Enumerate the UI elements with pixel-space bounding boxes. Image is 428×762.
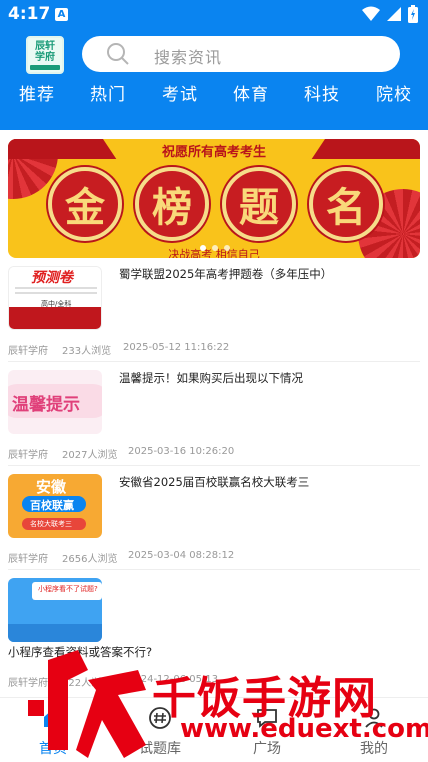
thumb-subtitle: 百校联赢 bbox=[30, 499, 74, 512]
divider bbox=[8, 569, 420, 570]
banner-character: 榜 bbox=[135, 167, 209, 241]
article-views: 233人浏览 bbox=[62, 346, 112, 357]
nav-label: 试题库 bbox=[139, 741, 181, 757]
article-date: 2025-03-04 08:28:12 bbox=[128, 550, 235, 561]
nav-label: 首页 bbox=[39, 741, 67, 757]
thumb-caption: 名校大联考三 bbox=[30, 520, 72, 528]
article-views: 2656人浏览 bbox=[62, 554, 118, 565]
divider bbox=[8, 465, 420, 466]
article-thumbnail: 预测卷 高中/全科 bbox=[8, 266, 102, 330]
banner-character: 金 bbox=[48, 167, 122, 241]
wifi-icon bbox=[362, 6, 380, 21]
search-placeholder: 搜索资讯 bbox=[154, 48, 223, 67]
article-date: 2025-03-16 10:26:20 bbox=[128, 446, 235, 457]
status-time: 4:17 bbox=[8, 4, 51, 24]
article-source: 辰轩学府 bbox=[8, 450, 48, 461]
banner-subtitle: 祝愿所有高考考生 bbox=[161, 145, 266, 160]
home-icon bbox=[44, 709, 62, 727]
search-icon bbox=[107, 43, 129, 65]
user-icon bbox=[365, 708, 383, 728]
header-bar: 4:17 A 辰轩学府 搜索资讯 推荐 热门 考试 体育 科技 院校 bbox=[0, 0, 428, 130]
thumb-title: 安徽 bbox=[36, 478, 67, 496]
nav-profile[interactable]: 我的 bbox=[334, 698, 414, 762]
logo-strip bbox=[30, 65, 60, 70]
article-title: 温馨提示！如果购买后出现以下情况 bbox=[119, 371, 303, 385]
banner-character: 题 bbox=[222, 167, 296, 241]
battery-icon bbox=[408, 5, 418, 23]
carousel-dot[interactable] bbox=[212, 245, 218, 251]
article-title: 蜀学联盟2025年高考押题卷（多年压中） bbox=[119, 267, 333, 281]
article-source: 辰轩学府 bbox=[8, 346, 48, 357]
nav-square[interactable]: 广场 bbox=[227, 698, 307, 762]
article-views: 2027人浏览 bbox=[62, 450, 118, 461]
banner-carousel[interactable]: 祝愿所有高考考生 金 榜 题 名 决战高考 相信自己 bbox=[8, 139, 420, 258]
bottom-nav: 首页 试题库 广场 我的 bbox=[0, 697, 428, 762]
article-thumbnail: 小程序看不了试题? bbox=[8, 578, 102, 642]
chat-icon bbox=[257, 709, 277, 728]
nav-question-bank[interactable]: 试题库 bbox=[120, 698, 200, 762]
status-icons bbox=[362, 5, 418, 23]
thumb-title: 小程序看不了试题? bbox=[38, 585, 98, 593]
banner-character: 名 bbox=[309, 167, 383, 241]
article-source: 辰轩学府 bbox=[8, 554, 48, 565]
carousel-dot[interactable] bbox=[224, 245, 230, 251]
app-logo[interactable]: 辰轩学府 bbox=[26, 36, 64, 74]
nav-label: 广场 bbox=[253, 741, 281, 757]
tab-sports[interactable]: 体育 bbox=[233, 80, 269, 105]
divider bbox=[8, 361, 420, 362]
article-thumbnail: 安徽 百校联赢 名校大联考三 bbox=[8, 474, 102, 538]
logo-text: 辰轩学府 bbox=[35, 41, 55, 63]
signal-icon bbox=[387, 7, 401, 21]
article-date: 2025-05-12 11:16:22 bbox=[123, 342, 230, 353]
notification-app-icon: A bbox=[55, 8, 68, 21]
tab-hot[interactable]: 热门 bbox=[90, 80, 126, 105]
nav-home[interactable]: 首页 bbox=[13, 698, 93, 762]
thumb-title: 温馨提示 bbox=[12, 395, 80, 415]
tab-tech[interactable]: 科技 bbox=[304, 80, 340, 105]
article-thumbnail: 温馨提示 bbox=[8, 370, 102, 434]
tab-exam[interactable]: 考试 bbox=[162, 80, 198, 105]
tab-recommend[interactable]: 推荐 bbox=[19, 80, 55, 105]
search-input[interactable]: 搜索资讯 bbox=[82, 36, 400, 72]
status-bar: 4:17 A bbox=[0, 0, 428, 28]
article-date: 2024-12-06 05:13 bbox=[128, 674, 219, 685]
article-title: 安徽省2025届百校联赢名校大联考三 bbox=[119, 475, 310, 489]
category-tabs: 推荐 热门 考试 体育 科技 院校 bbox=[0, 80, 428, 105]
carousel-dots bbox=[200, 245, 230, 251]
nav-label: 我的 bbox=[360, 741, 388, 757]
article-title: 小程序查看资料或答案不行? bbox=[8, 645, 153, 659]
article-source: 辰轩学府 bbox=[8, 678, 48, 689]
tab-colleges[interactable]: 院校 bbox=[376, 80, 412, 105]
article-views: 822人浏览 bbox=[62, 678, 112, 689]
carousel-dot[interactable] bbox=[200, 245, 206, 251]
hashtag-bubble-icon bbox=[149, 707, 171, 729]
thumb-title: 预测卷 bbox=[31, 270, 73, 286]
